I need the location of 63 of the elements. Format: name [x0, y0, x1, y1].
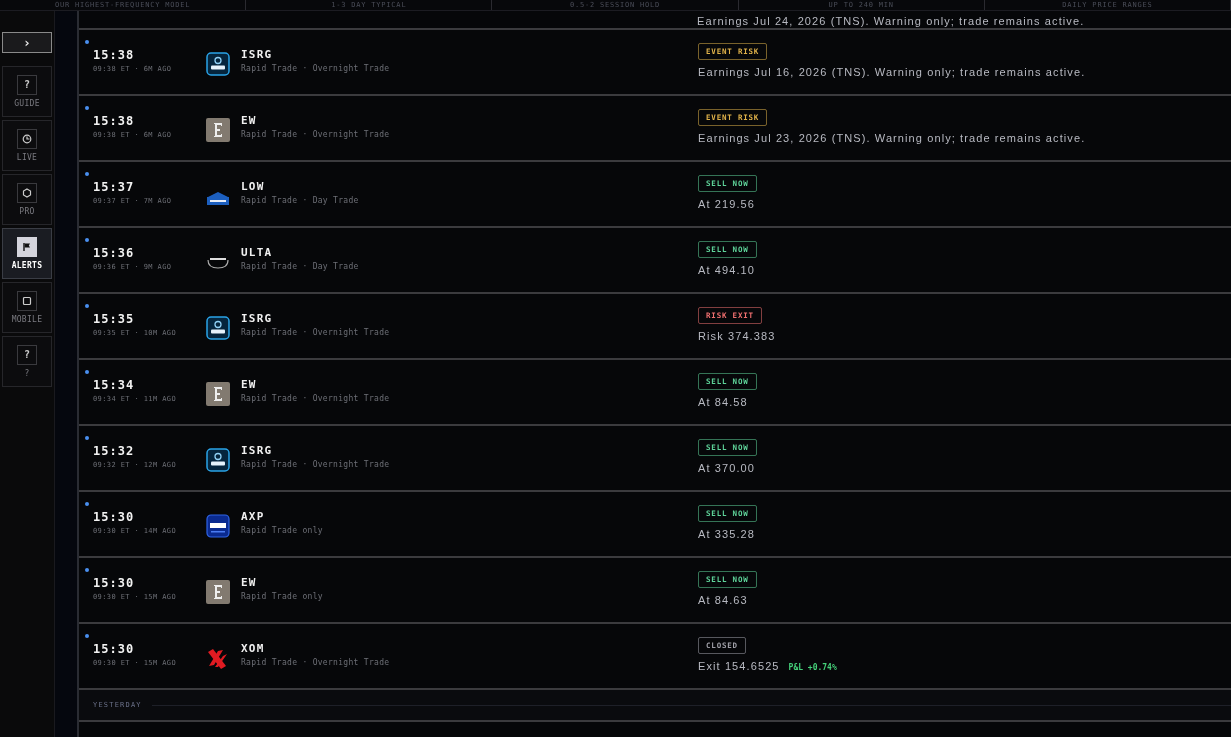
strategy-text: Rapid Trade only: [241, 525, 324, 537]
letter-tile-logo-icon: [206, 580, 230, 604]
nav-item[interactable]: ? ?: [2, 336, 52, 387]
ticker-symbol: EW: [241, 113, 258, 128]
alert-message: Earnings Jul 23, 2026 (TNS). Warning only; trade remains active.: [698, 131, 1086, 145]
nav-item[interactable]: LIVE: [2, 120, 52, 171]
ticker-symbol: EW: [241, 575, 258, 590]
alert-message: Earnings Jul 16, 2026 (TNS). Warning only; trade remains active.: [698, 65, 1086, 79]
nav-item[interactable]: PRO: [2, 174, 52, 225]
alert-message: At 494.10: [698, 263, 755, 277]
alert-time: 15:38: [93, 47, 136, 63]
nav-item[interactable]: MOBILE: [2, 282, 52, 333]
alert-message: At 219.56: [698, 197, 755, 211]
alert-message: Exit 154.6525: [698, 659, 780, 673]
pnl-value: P&L +0.74%: [788, 663, 837, 672]
ring-logo-icon: [206, 52, 230, 76]
ticker-symbol: ULTA: [241, 245, 274, 260]
alert-time: 15:30: [93, 575, 136, 591]
strategy-text: Rapid Trade · Overnight Trade: [241, 393, 391, 405]
alert-time: 15:30: [93, 509, 136, 525]
ring-logo-icon: [206, 448, 230, 472]
strategy-text: Rapid Trade only: [241, 591, 324, 603]
alert-time: 15:37: [93, 179, 136, 195]
ring-logo-icon: [206, 316, 230, 340]
alert-message: At 84.58: [698, 395, 748, 409]
square-icon: [22, 296, 32, 306]
strategy-text: Rapid Trade · Day Trade: [241, 261, 360, 273]
alert-time: 15:30: [93, 641, 136, 657]
strategy-text: Rapid Trade · Overnight Trade: [241, 459, 391, 471]
alert-time: 15:32: [93, 443, 136, 459]
strategy-text: Rapid Trade · Overnight Trade: [241, 657, 391, 669]
alert-message: Risk 374.383: [698, 329, 776, 343]
ticker-symbol: ISRG: [241, 443, 274, 458]
alert-message: At 84.63: [698, 593, 748, 607]
cross-logo-icon: [206, 646, 230, 670]
alert-message: At 370.00: [698, 461, 755, 475]
nav-item[interactable]: ALERTS: [2, 228, 52, 279]
ticker-symbol: ISRG: [241, 311, 274, 326]
help-icon: ?: [24, 350, 30, 360]
card-logo-icon: [206, 514, 230, 538]
clock-icon: [22, 134, 32, 144]
ticker-symbol: EW: [241, 377, 258, 392]
ticker-symbol: ISRG: [241, 47, 274, 62]
alert-message: Earnings Jul 24, 2026 (TNS). Warning only; trade remains active.: [697, 15, 1085, 28]
ticker-symbol: AXP: [241, 509, 266, 524]
ticker-symbol: XOM: [241, 641, 266, 656]
ticker-symbol: LOW: [241, 179, 266, 194]
letter-tile-logo-icon: [206, 382, 230, 406]
strategy-text: Rapid Trade · Overnight Trade: [241, 63, 391, 75]
help-icon: ?: [24, 80, 30, 90]
alert-time: 15:34: [93, 377, 136, 393]
flag-icon: [22, 242, 32, 252]
strategy-text: Rapid Trade · Day Trade: [241, 195, 360, 207]
alert-message: At 335.28: [698, 527, 755, 541]
nav-item[interactable]: ? GUIDE: [2, 66, 52, 117]
hexagon-icon: [22, 188, 32, 198]
expand-button[interactable]: ›: [2, 32, 52, 53]
alert-time: 15:35: [93, 311, 136, 327]
letter-tile-logo-icon: [206, 118, 230, 142]
alert-time: 15:38: [93, 113, 136, 129]
strategy-text: Rapid Trade · Overnight Trade: [241, 129, 391, 141]
strategy-text: Rapid Trade · Overnight Trade: [241, 327, 391, 339]
alert-time: 15:36: [93, 245, 136, 261]
